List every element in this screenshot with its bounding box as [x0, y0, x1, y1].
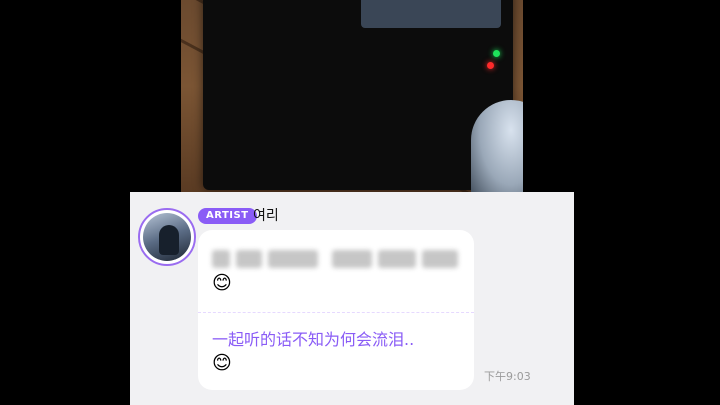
- chat-panel: ARTIST 여리 😊 一起听的话不知为何会流泪.. 😊 下午9:03: [130, 192, 574, 405]
- green-led: [493, 50, 500, 57]
- speaker-top-panel: [361, 0, 501, 28]
- smile-emoji: 😊: [212, 272, 232, 294]
- message-bubble[interactable]: 😊 一起听的话不知为何会流泪.. 😊: [198, 230, 474, 390]
- avatar[interactable]: [138, 208, 196, 266]
- translation-divider: [198, 312, 474, 313]
- speaker-device: [203, 0, 513, 190]
- timestamp: 下午9:03: [484, 370, 531, 383]
- artist-badge: ARTIST: [198, 208, 257, 224]
- blurred-original-text: [212, 250, 462, 268]
- smile-emoji: 😊: [212, 352, 232, 374]
- avatar-figure: [159, 225, 179, 255]
- sender-name[interactable]: 여리: [253, 205, 279, 225]
- photo-message[interactable]: [181, 0, 523, 192]
- avatar-photo: [143, 213, 191, 261]
- red-led: [487, 62, 494, 69]
- translated-text: 一起听的话不知为何会流泪..: [212, 330, 415, 349]
